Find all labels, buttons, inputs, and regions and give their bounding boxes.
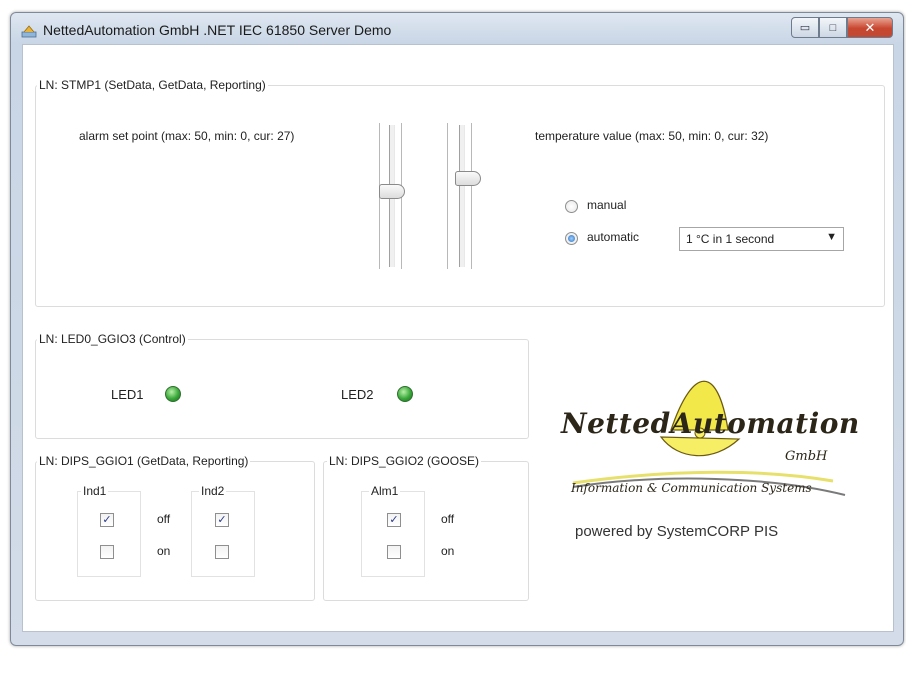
- alm1-label: Alm1: [369, 484, 401, 498]
- logo-tagline: Information & Communication Systems: [571, 481, 812, 495]
- window-title: NettedAutomation GmbH .NET IEC 61850 Ser…: [43, 22, 392, 38]
- dips2-group-label: LN: DIPS_GGIO2 (GOOSE): [327, 454, 482, 468]
- alm1-on-label: on: [441, 544, 455, 558]
- led1-label: LED1: [111, 387, 144, 402]
- slider-tick-line: [471, 123, 472, 269]
- alm1-box: [361, 491, 425, 577]
- ind1-off-label: off: [157, 512, 171, 526]
- maximize-button[interactable]: □: [819, 17, 847, 38]
- logo-wordmark: NettedAutomation: [561, 407, 860, 440]
- client-area: LN: STMP1 (SetData, GetData, Reporting) …: [22, 44, 894, 632]
- ind1-on-label: on: [157, 544, 171, 558]
- dips2-group: [323, 461, 529, 601]
- logo-gmbh: GmbH: [785, 449, 828, 464]
- close-button[interactable]: ✕: [847, 17, 893, 38]
- led1-indicator: [165, 386, 181, 402]
- alarm-setpoint-label: alarm set point (max: 50, min: 0, cur: 2…: [79, 129, 295, 143]
- ind2-box: [191, 491, 255, 577]
- app-icon: [21, 25, 37, 38]
- ind1-off-checkbox[interactable]: ✓: [100, 513, 114, 527]
- led-group: [35, 339, 529, 439]
- ind1-on-checkbox[interactable]: [100, 545, 114, 559]
- manual-radio-label: manual: [587, 198, 627, 212]
- ind1-label: Ind1: [81, 484, 109, 498]
- dropdown-arrow-icon: ▼: [826, 231, 837, 243]
- ind2-label: Ind2: [199, 484, 227, 498]
- ind2-on-checkbox[interactable]: [215, 545, 229, 559]
- alm1-off-label: off: [441, 512, 455, 526]
- stmp-group-label: LN: STMP1 (SetData, GetData, Reporting): [37, 78, 268, 92]
- ind1-box: [77, 491, 141, 577]
- slider-thumb[interactable]: [379, 184, 405, 200]
- temperature-value-label: temperature value (max: 50, min: 0, cur:…: [535, 129, 769, 143]
- slider-tick-line: [447, 123, 448, 269]
- minimize-button[interactable]: ▭: [791, 17, 819, 38]
- rate-select-value: 1 °C in 1 second: [686, 232, 775, 246]
- alarm-setpoint-slider[interactable]: [367, 121, 407, 271]
- powered-by-text: powered by SystemCORP PIS: [575, 523, 779, 540]
- ind2-off-checkbox[interactable]: ✓: [215, 513, 229, 527]
- window-controls: ▭ □ ✕: [791, 17, 893, 38]
- manual-radio[interactable]: [565, 200, 578, 213]
- automatic-radio[interactable]: [565, 232, 578, 245]
- alm1-on-checkbox[interactable]: [387, 545, 401, 559]
- rate-select[interactable]: 1 °C in 1 second ▼: [679, 227, 844, 251]
- led-group-label: LN: LED0_GGIO3 (Control): [37, 332, 188, 346]
- slider-track: [459, 125, 465, 267]
- slider-thumb[interactable]: [455, 171, 481, 187]
- led2-indicator: [397, 386, 413, 402]
- temperature-slider[interactable]: [437, 121, 481, 271]
- dips1-group-label: LN: DIPS_GGIO1 (GetData, Reporting): [37, 454, 251, 468]
- automatic-radio-label: automatic: [587, 230, 640, 244]
- led2-label: LED2: [341, 387, 374, 402]
- alm1-off-checkbox[interactable]: ✓: [387, 513, 401, 527]
